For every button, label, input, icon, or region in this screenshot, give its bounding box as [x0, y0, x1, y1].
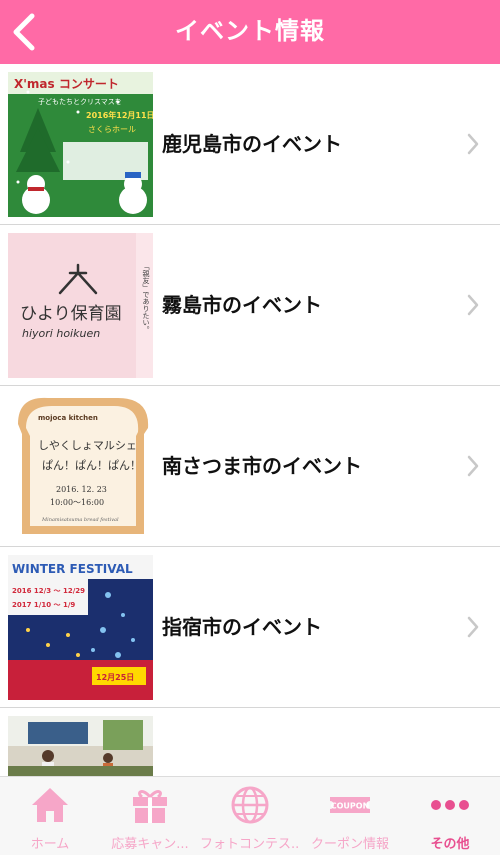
- tab-label: フォトコンテス...: [200, 837, 300, 852]
- thumb-fest-d1: 2016 12/3 ～ 12/29: [12, 587, 85, 595]
- thumb-brand: mojoca kitchen: [38, 414, 98, 422]
- chevron-right-icon: [467, 133, 479, 155]
- more-icon: [431, 800, 469, 810]
- event-label: 南さつま市のイベント: [162, 454, 362, 478]
- tab-label: その他: [430, 837, 470, 852]
- tab-label: 応募キャン...: [111, 837, 189, 852]
- tab-coupon[interactable]: COUPON クーポン情報: [300, 777, 400, 855]
- thumb-side-text: 「親友」でありたい。: [142, 263, 150, 333]
- home-icon: [32, 788, 68, 822]
- hiyori-hoikuen-thumbnail: ひより保育園 hiyori hoikuen 「親友」でありたい。: [8, 233, 153, 378]
- coupon-icon-text: COUPON: [331, 802, 370, 811]
- event-label: 霧島市のイベント: [162, 293, 322, 317]
- tab-label: ホーム: [30, 837, 70, 852]
- event-row-ibusuki[interactable]: WINTER FESTIVAL 2016 12/3 ～ 12/29 2017 1…: [0, 547, 500, 708]
- thumb-line1: しやくしょマルシェ: [38, 439, 137, 452]
- thumb-date: 2016. 12. 23: [56, 485, 107, 494]
- tab-home[interactable]: ホーム: [0, 777, 100, 855]
- globe-icon: [231, 786, 269, 824]
- event-label: 指宿市のイベント: [162, 615, 322, 639]
- thumb-time: 10:00～16:00: [50, 498, 104, 507]
- gift-icon: [133, 790, 167, 823]
- event-row-kagoshima[interactable]: X'mas コンサート 子どもたちとクリスマスを 2016年12月11日 さくら…: [0, 64, 500, 225]
- event-label: 鹿児島市のイベント: [162, 132, 342, 156]
- tab-photo-contest[interactable]: フォトコンテス...: [200, 777, 300, 855]
- tab-more[interactable]: その他: [400, 777, 500, 855]
- chevron-right-icon: [467, 616, 479, 638]
- page-title: イベント情報: [175, 17, 325, 45]
- bread-marche-thumbnail: mojoca kitchen しやくしょマルシェ ぱん！ぱん！ぱん！ 2016.…: [8, 394, 153, 539]
- tab-label: クーポン情報: [310, 837, 389, 852]
- thumb-xmas-sub: 子どもたちとクリスマスを: [38, 98, 122, 106]
- tab-campaign[interactable]: 応募キャン...: [100, 777, 200, 855]
- thumb-fest-title: WINTER FESTIVAL: [12, 562, 133, 576]
- thumb-fest-d2: 2017 1/10 ～ 1/9: [12, 601, 75, 609]
- tab-bar: ホーム 応募キャン... フォトコンテス... COUPON クーポン情報 その…: [0, 776, 500, 855]
- thumb-logo-jp: ひより保育園: [20, 304, 122, 324]
- classroom-photo-thumbnail: [8, 716, 153, 776]
- thumb-footer: Minamisatsuma bread festival: [41, 517, 119, 523]
- header-bar: イベント情報: [0, 0, 500, 64]
- thumb-xmas-date: 2016年12月11日: [86, 110, 153, 120]
- coupon-icon: COUPON: [330, 797, 370, 813]
- chevron-right-icon: [467, 455, 479, 477]
- thumb-fest-badge: 12月25日: [96, 673, 134, 682]
- thumb-line2: ぱん！ぱん！ぱん！: [42, 459, 141, 472]
- xmas-concert-thumbnail: X'mas コンサート 子どもたちとクリスマスを 2016年12月11日 さくら…: [8, 72, 153, 217]
- thumb-xmas-venue: さくらホール: [88, 125, 136, 134]
- event-row-minamisatsuma[interactable]: mojoca kitchen しやくしょマルシェ ぱん！ぱん！ぱん！ 2016.…: [0, 386, 500, 547]
- winter-festival-thumbnail: WINTER FESTIVAL 2016 12/3 ～ 12/29 2017 1…: [8, 555, 153, 700]
- chevron-right-icon: [467, 294, 479, 316]
- event-row-kirishima[interactable]: ひより保育園 hiyori hoikuen 「親友」でありたい。 霧島市のイベン…: [0, 225, 500, 386]
- event-row-5[interactable]: [0, 708, 500, 776]
- thumb-logo-en: hiyori hoikuen: [22, 327, 100, 340]
- thumb-xmas-title: X'mas コンサート: [14, 77, 119, 91]
- event-list: X'mas コンサート 子どもたちとクリスマスを 2016年12月11日 さくら…: [0, 64, 500, 776]
